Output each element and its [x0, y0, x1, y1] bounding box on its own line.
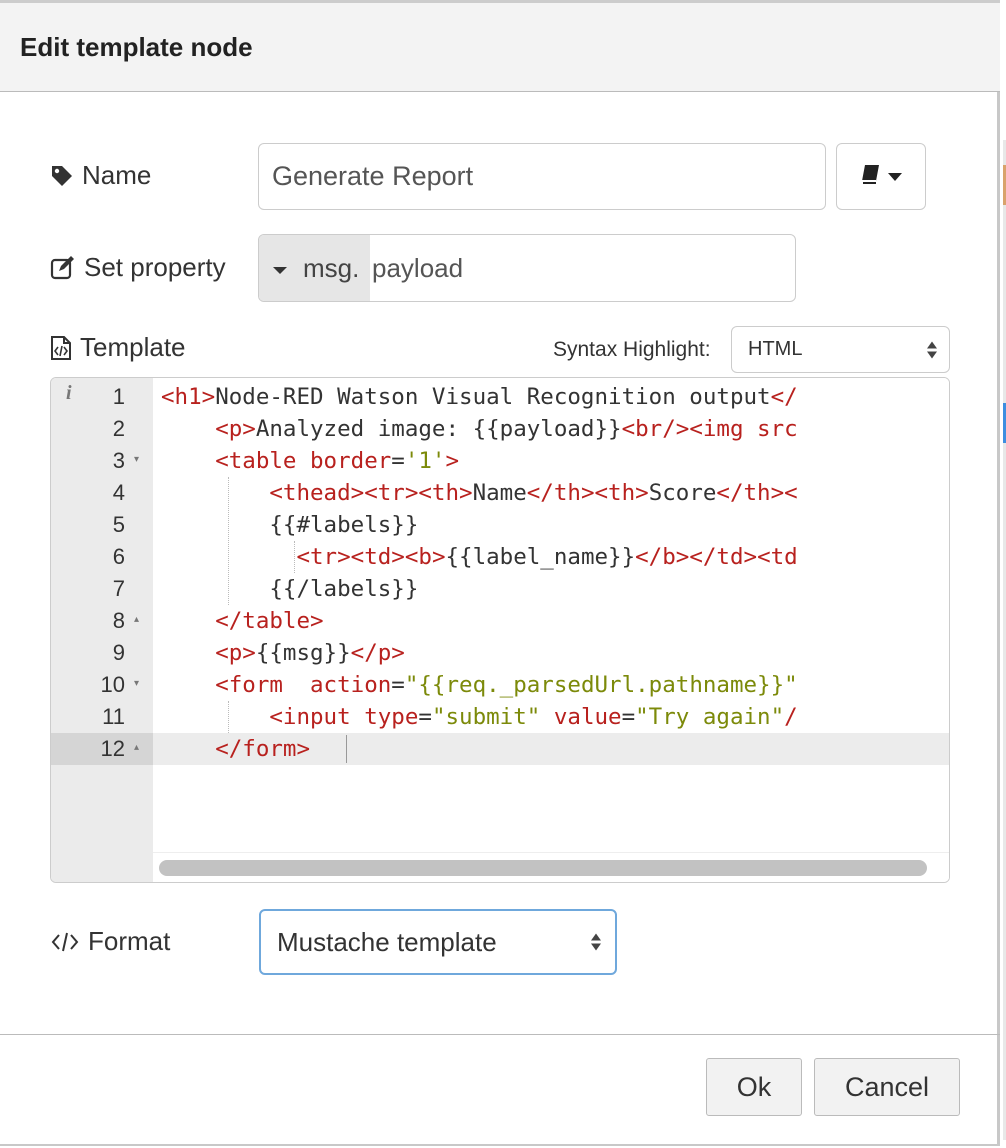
- line-number: 7: [112, 576, 125, 601]
- line-number: 2: [112, 416, 125, 441]
- code-line[interactable]: <p>{{msg}}</p>: [153, 637, 949, 669]
- editor-content[interactable]: <h1>Node-RED Watson Visual Recognition o…: [153, 378, 949, 882]
- code-line[interactable]: <table border='1'>: [153, 445, 949, 477]
- format-label: Format: [50, 926, 170, 957]
- code-editor[interactable]: 1 2 3 ▾ 4 5 6 7 8 ▴ 9 10 ▾ 11 12 ▴ i <h1>Node-RED Watson…: [50, 377, 950, 883]
- info-icon[interactable]: i: [66, 382, 72, 405]
- code-line[interactable]: {{/labels}}: [153, 573, 949, 605]
- line-number: 6: [112, 544, 125, 569]
- code-line[interactable]: <input type="submit" value="Try again"/: [153, 701, 949, 733]
- syntax-highlight-label: Syntax Highlight:: [553, 338, 711, 361]
- code-line[interactable]: <h1>Node-RED Watson Visual Recognition o…: [153, 381, 949, 413]
- name-label: Name: [50, 160, 151, 191]
- indent-guide: [228, 477, 229, 605]
- line-number: 12: [100, 736, 125, 761]
- line-number: 3: [112, 448, 125, 473]
- editor-gutter: 1 2 3 ▾ 4 5 6 7 8 ▴ 9 10 ▾ 11 12 ▴ i: [51, 378, 153, 882]
- library-button[interactable]: [836, 143, 926, 210]
- line-number: 9: [112, 640, 125, 665]
- code-line[interactable]: <tr><td><b>{{label_name}}</b></td><td: [153, 541, 949, 573]
- set-property-label: Set property: [50, 252, 226, 283]
- cancel-button[interactable]: Cancel: [814, 1058, 960, 1116]
- code-line[interactable]: <form action="{{req._parsedUrl.pathname}…: [153, 669, 949, 701]
- footer-divider: [0, 1034, 1000, 1035]
- fold-toggle-icon[interactable]: ▴: [134, 742, 139, 753]
- edit-icon: [50, 255, 76, 280]
- name-input[interactable]: Generate Report: [258, 143, 826, 210]
- text-cursor: [346, 735, 347, 763]
- dialog-title: Edit template node: [20, 32, 253, 62]
- property-value[interactable]: payload: [370, 235, 463, 301]
- code-line[interactable]: </form>: [153, 733, 949, 765]
- line-number: 1: [112, 384, 125, 409]
- property-typed-input[interactable]: msg. payload: [258, 234, 796, 302]
- line-number: 10: [100, 672, 125, 697]
- caret-down-icon: [273, 266, 287, 274]
- property-type-selector[interactable]: msg.: [259, 235, 370, 301]
- syntax-highlight-select[interactable]: HTML: [731, 326, 950, 373]
- file-code-icon: [50, 335, 72, 361]
- line-number: 8: [112, 608, 125, 633]
- line-number: 4: [112, 480, 125, 505]
- line-number: 11: [102, 704, 125, 729]
- select-arrows-icon: [927, 341, 937, 358]
- edit-node-dialog: Edit template node Name Generate Report …: [0, 0, 1000, 1146]
- format-select[interactable]: Mustache template: [259, 909, 617, 975]
- template-label: Template: [50, 332, 186, 363]
- line-number: 5: [112, 512, 125, 537]
- fold-toggle-icon[interactable]: ▾: [134, 454, 139, 465]
- ok-button[interactable]: Ok: [706, 1058, 802, 1116]
- code-line[interactable]: <p>Analyzed image: {{payload}}<br/><img …: [153, 413, 949, 445]
- code-line[interactable]: {{#labels}}: [153, 509, 949, 541]
- fold-toggle-icon[interactable]: ▴: [134, 614, 139, 625]
- indent-guide: [294, 541, 295, 573]
- code-icon: [50, 931, 80, 953]
- horizontal-scrollbar[interactable]: [159, 860, 927, 876]
- code-line[interactable]: <thead><tr><th>Name</th><th>Score</th><: [153, 477, 949, 509]
- dialog-header: Edit template node: [0, 0, 1000, 92]
- tag-icon: [50, 164, 74, 188]
- book-icon: [860, 163, 882, 190]
- code-line[interactable]: </table>: [153, 605, 949, 637]
- indent-guide: [228, 701, 229, 733]
- select-arrows-icon: [591, 933, 601, 951]
- fold-toggle-icon[interactable]: ▾: [134, 678, 139, 689]
- chevron-down-icon: [888, 172, 902, 181]
